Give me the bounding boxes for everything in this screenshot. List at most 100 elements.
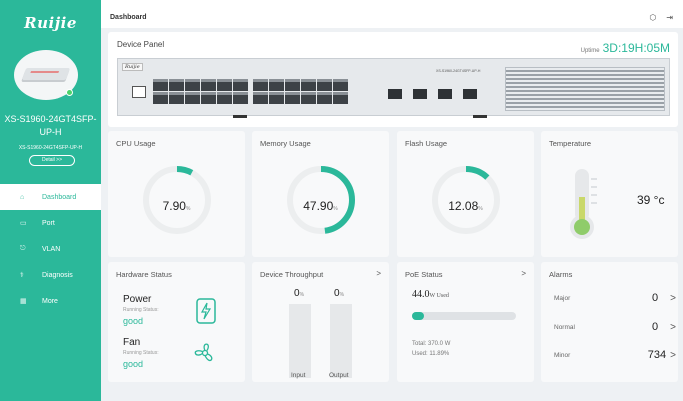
power-sub: Running Status: xyxy=(123,307,159,313)
port-group-3 xyxy=(353,79,368,104)
cube-icon[interactable]: ⬡ xyxy=(649,13,656,22)
sfp-port[interactable] xyxy=(413,89,427,99)
poe-used-percent: Used: 11.89% xyxy=(412,351,450,357)
top-header: Dashboard ⬡ ⇥ xyxy=(101,0,683,28)
chevron-right-icon[interactable]: > xyxy=(670,293,676,304)
ethernet-port[interactable] xyxy=(169,92,184,104)
output-unit: % xyxy=(339,292,345,298)
console-port[interactable] xyxy=(132,86,146,98)
more-icon: ▦ xyxy=(20,298,27,305)
device-image xyxy=(14,50,78,100)
vlan-icon: ⎋ xyxy=(20,245,26,252)
ethernet-port[interactable] xyxy=(233,79,248,91)
ethernet-port[interactable] xyxy=(333,92,348,104)
power-icon xyxy=(196,298,216,324)
power-status: Power Running Status: good xyxy=(123,294,159,326)
alarms-card: Alarms Major 0 > Normal 0 > Minor 734 > xyxy=(541,262,678,382)
card-title: Flash Usage xyxy=(405,139,448,148)
chevron-right-icon[interactable]: > xyxy=(521,269,526,278)
sidebar-item-vlan[interactable]: ⎋ VLAN xyxy=(0,236,101,262)
panel-foot xyxy=(233,115,247,118)
ethernet-port[interactable] xyxy=(269,79,284,91)
ethernet-port[interactable] xyxy=(201,79,216,91)
port-group-2 xyxy=(253,79,348,104)
sfp-port[interactable] xyxy=(438,89,452,99)
switch-model-label: XS-S1960-24GT4SFP-UP-H xyxy=(436,69,481,73)
card-title: CPU Usage xyxy=(116,139,156,148)
device-model: XS-S1960-24GT4SFP-UP-H xyxy=(18,145,83,151)
fan-sub: Running Status: xyxy=(123,350,159,356)
sidebar-item-label: Diagnosis xyxy=(42,271,73,279)
uptime-value: 3D:19H:05M xyxy=(602,41,670,55)
ethernet-port[interactable] xyxy=(301,92,316,104)
power-state: good xyxy=(123,316,144,326)
card-title: Temperature xyxy=(549,139,592,148)
alarm-row-minor[interactable]: Minor 734 > xyxy=(554,349,676,361)
alarm-count: 734 xyxy=(647,349,667,361)
ethernet-port[interactable] xyxy=(169,79,184,91)
card-title: PoE Status xyxy=(405,270,443,279)
ethernet-port[interactable] xyxy=(233,92,248,104)
alarm-row-major[interactable]: Major 0 > xyxy=(554,292,676,304)
sfp-port[interactable] xyxy=(388,89,402,99)
port-group-1 xyxy=(153,79,248,104)
ethernet-port[interactable] xyxy=(317,92,332,104)
device-name: XS-S1960-24GT4SFP-UP-H xyxy=(4,114,97,137)
chevron-right-icon[interactable]: > xyxy=(670,322,676,333)
cpu-unit: % xyxy=(185,206,191,212)
ethernet-port[interactable] xyxy=(333,79,348,91)
ethernet-port[interactable] xyxy=(285,92,300,104)
ethernet-port[interactable] xyxy=(253,79,268,91)
sfp-port[interactable] xyxy=(463,89,477,99)
throughput-card[interactable]: Device Throughput > 0% 0% Input Output xyxy=(252,262,389,382)
cpu-card: CPU Usage 7.90% xyxy=(108,131,245,257)
ethernet-port[interactable] xyxy=(185,92,200,104)
ethernet-port[interactable] xyxy=(153,92,168,104)
sidebar: Ruijie XS-S1960-24GT4SFP-UP-H XS-S1960-2… xyxy=(0,0,101,401)
poe-progress-fill xyxy=(412,312,425,320)
input-label: Input xyxy=(291,372,306,379)
ethernet-port[interactable] xyxy=(269,92,284,104)
ethernet-port[interactable] xyxy=(253,92,268,104)
fan-name: Fan xyxy=(123,337,141,348)
ethernet-port[interactable] xyxy=(201,92,216,104)
ethernet-port[interactable] xyxy=(185,79,200,91)
switch-illustration xyxy=(21,68,71,80)
card-title: Alarms xyxy=(549,270,573,279)
memory-value: 47.90% xyxy=(252,199,389,213)
ethernet-port[interactable] xyxy=(285,79,300,91)
ethernet-port[interactable] xyxy=(153,79,168,91)
brand-logo: Ruijie xyxy=(24,14,77,32)
poe-used-unit: W Used xyxy=(429,293,449,299)
sidebar-item-port[interactable]: ▭ Port xyxy=(0,210,101,236)
ethernet-port[interactable] xyxy=(217,92,232,104)
switch-front-panel: Ruijie XS-S1960-24GT4SFP-UP-H xyxy=(117,58,670,118)
chevron-right-icon[interactable]: > xyxy=(670,350,676,361)
alarm-row-normal[interactable]: Normal 0 > xyxy=(554,321,676,333)
sidebar-item-more[interactable]: ▦ More xyxy=(0,288,101,314)
thermometer-icon xyxy=(570,169,597,239)
ethernet-port[interactable] xyxy=(217,79,232,91)
memory-unit: % xyxy=(333,206,338,212)
alarm-count: 0 xyxy=(652,292,659,304)
alarm-name: Normal xyxy=(554,323,575,331)
detail-button[interactable]: Detail >> xyxy=(29,155,75,166)
logout-icon[interactable]: ⇥ xyxy=(666,13,673,22)
sidebar-item-diagnosis[interactable]: ⚕ Diagnosis xyxy=(0,262,101,288)
ethernet-port[interactable] xyxy=(301,79,316,91)
alarm-name: Major xyxy=(554,294,571,302)
poe-progress xyxy=(412,312,516,320)
sidebar-nav: ⌂ Dashboard ▭ Port ⎋ VLAN ⚕ Diagnosis ▦ … xyxy=(0,184,101,314)
uptime: Uptime 3D:19H:05M xyxy=(581,41,670,55)
card-title: Memory Usage xyxy=(260,139,311,148)
sidebar-item-dashboard[interactable]: ⌂ Dashboard xyxy=(0,184,101,210)
poe-status-card[interactable]: PoE Status > 44.0W Used Total: 370.0 W U… xyxy=(397,262,534,382)
card-title: Hardware Status xyxy=(116,270,172,279)
fan-vent xyxy=(505,67,665,111)
temperature-card: Temperature 39 °c xyxy=(541,131,678,257)
ethernet-port[interactable] xyxy=(317,79,332,91)
uptime-label: Uptime xyxy=(580,48,600,54)
chevron-right-icon[interactable]: > xyxy=(376,269,381,278)
poe-used-number: 44.0 xyxy=(412,289,430,300)
page-title: Dashboard xyxy=(110,14,147,21)
